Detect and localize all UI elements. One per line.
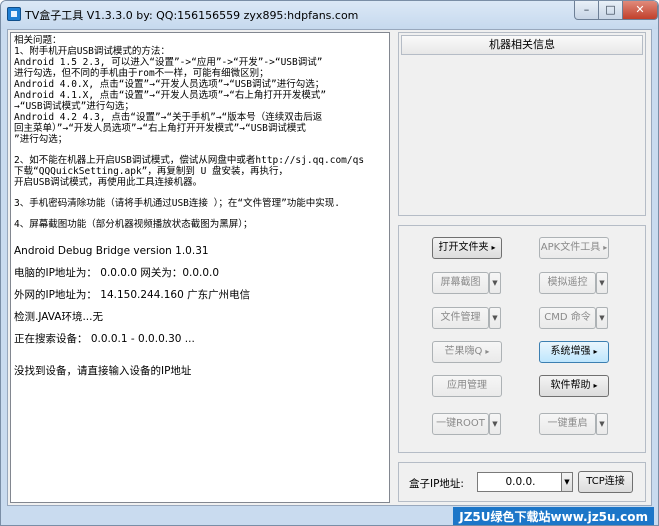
log-line: →“USB调试模式”进行勾选； <box>14 101 134 112</box>
mango-tv-button[interactable]: 芒果嗨Q ▸ <box>432 341 502 363</box>
file-manager-button[interactable]: 文件管理 <box>432 307 489 329</box>
system-enhance-button[interactable]: 系统增强 ▸ <box>539 341 609 363</box>
apk-file-tools-button[interactable]: APK文件工具 ▸ <box>539 237 609 259</box>
screenshot-dropdown-icon[interactable]: ▼ <box>489 272 501 294</box>
ip-address-input[interactable]: 0.0.0. <box>477 472 564 492</box>
app-window: TV盒子工具 V1.3.3.0 by: QQ:156156559 zyx895:… <box>0 0 659 526</box>
log-line: Android 1.5 2.3, 可以进入“设置”->“应用”->“开发”->“… <box>14 57 323 68</box>
log-line: 4、屏幕截图功能（部分机器视频播放状态截图为黑屏）； <box>14 219 253 230</box>
log-line: 开启USB调试模式，再使用此工具连接机器。 <box>14 177 203 188</box>
ip-address-label: 盒子IP地址: <box>409 478 464 490</box>
tools-button-group: 打开文件夹 ▸ APK文件工具 ▸ 屏幕截图 ▼ 模拟遥控 ▼ 文件管理 ▼ CMD… <box>398 225 646 453</box>
menu-arrow-icon: ▸ <box>485 347 490 356</box>
menu-arrow-icon: ▸ <box>593 347 598 356</box>
help-text: 相关问题： 1、附手机开启USB调试模式的方法： Android 1.5 2.3, … <box>14 35 386 240</box>
status-text: 电脑的IP地址为： 0.0.0.0 网关为：0.0.0.0 外网的IP地址为： 1… <box>14 262 386 382</box>
file-manager-dropdown-icon[interactable]: ▼ <box>489 307 501 329</box>
window-title: TV盒子工具 V1.3.3.0 by: QQ:156156559 zyx895:… <box>25 9 359 22</box>
ip-address-group: 盒子IP地址: 0.0.0. ▼ TCP连接 <box>398 462 646 502</box>
log-line: 2、如不能在机器上开启USB调试模式，偿试从网盘中或者http://sj.qq.… <box>14 155 365 166</box>
menu-arrow-icon: ▸ <box>593 381 598 390</box>
remote-control-dropdown-icon[interactable]: ▼ <box>596 272 608 294</box>
menu-arrow-icon: ▸ <box>603 243 608 252</box>
title-bar[interactable]: TV盒子工具 V1.3.3.0 by: QQ:156156559 zyx895:… <box>1 1 658 29</box>
tcp-connect-button[interactable]: TCP连接 <box>578 471 633 493</box>
log-line: 电脑的IP地址为： 0.0.0.0 网关为：0.0.0.0 <box>14 267 220 279</box>
apk-file-tools-label: APK文件工具 <box>540 242 601 253</box>
cmd-command-dropdown-icon[interactable]: ▼ <box>596 307 608 329</box>
log-line: 回主菜单）”→“开发人员选项”→“右上角打开开发模式”→“USB调试模式 <box>14 123 306 134</box>
open-folder-button[interactable]: 打开文件夹 ▸ <box>432 237 502 259</box>
log-line: 检测.JAVA环境...无 <box>14 311 103 323</box>
close-button[interactable]: ✕ <box>622 1 658 20</box>
machine-info-group: 机器相关信息 <box>398 32 646 216</box>
client-area: 相关问题： 1、附手机开启USB调试模式的方法： Android 1.5 2.3, … <box>7 29 652 506</box>
status-bar: JZ5U绿色下载站www.jz5u.com <box>1 507 658 525</box>
cmd-command-button[interactable]: CMD 命令 <box>539 307 596 329</box>
log-line: 正在搜索设备： 0.0.0.1 - 0.0.0.30 ... <box>14 333 195 345</box>
menu-arrow-icon: ▸ <box>491 243 496 252</box>
log-line: Android 4.1.X, 点击“设置”→“开发人员选项”→“右上角打开开发模… <box>14 90 327 101</box>
log-line: 1、附手机开启USB调试模式的方法： <box>14 46 170 57</box>
log-line: 进行勾选，但不同的手机由于rom不一样，可能有细微区别； <box>14 68 269 79</box>
one-click-reboot-button[interactable]: 一键重启 <box>539 413 596 435</box>
watermark-text: JZ5U绿色下载站www.jz5u.com <box>453 507 654 525</box>
machine-info-title: 机器相关信息 <box>401 35 643 55</box>
right-panel: 机器相关信息 打开文件夹 ▸ APK文件工具 ▸ 屏幕截图 ▼ 模拟遥控 ▼ 文件管… <box>398 30 651 505</box>
one-click-root-button[interactable]: 一键ROOT <box>432 413 489 435</box>
software-help-label: 软件帮助 <box>550 380 591 391</box>
mango-tv-label: 芒果嗨Q <box>444 346 483 357</box>
screenshot-button[interactable]: 屏幕截图 <box>432 272 489 294</box>
app-manager-button[interactable]: 应用管理 <box>432 375 502 397</box>
app-icon <box>7 7 21 21</box>
log-line: 外网的IP地址为： 14.150.244.160 广东广州电信 <box>14 289 251 301</box>
software-help-button[interactable]: 软件帮助 ▸ <box>539 375 609 397</box>
log-line: Android 4.0.X, 点击“设置”→“开发人员选项”→“USB调试”进行… <box>14 79 325 90</box>
ip-dropdown-icon[interactable]: ▼ <box>561 472 573 492</box>
log-line: 没找到设备，请直接输入设备的IP地址 <box>14 365 192 377</box>
log-output[interactable]: 相关问题： 1、附手机开启USB调试模式的方法： Android 1.5 2.3, … <box>10 32 390 503</box>
log-line: 下载“QQQuickSetting.apk”，再复制到 U 盘安装，再执行， <box>14 166 289 177</box>
maximize-button[interactable]: □ <box>598 1 623 20</box>
log-line: Android 4.2 4.3, 点击“设置”→“关于手机”→“版本号（连续双击… <box>14 112 323 123</box>
minimize-button[interactable]: – <box>574 1 599 20</box>
reboot-dropdown-icon[interactable]: ▼ <box>596 413 608 435</box>
open-folder-label: 打开文件夹 <box>438 242 489 253</box>
log-line: 相关问题： <box>14 35 62 46</box>
system-enhance-label: 系统增强 <box>550 346 591 357</box>
log-line: 3、手机密码清除功能（请将手机通过USB连接 ）；在“文件管理”功能中实现. <box>14 198 341 209</box>
log-line: ”进行勾选； <box>14 134 68 145</box>
adb-version-text: Android Debug Bridge version 1.0.31 <box>14 245 209 257</box>
remote-control-button[interactable]: 模拟遥控 <box>539 272 596 294</box>
root-dropdown-icon[interactable]: ▼ <box>489 413 501 435</box>
